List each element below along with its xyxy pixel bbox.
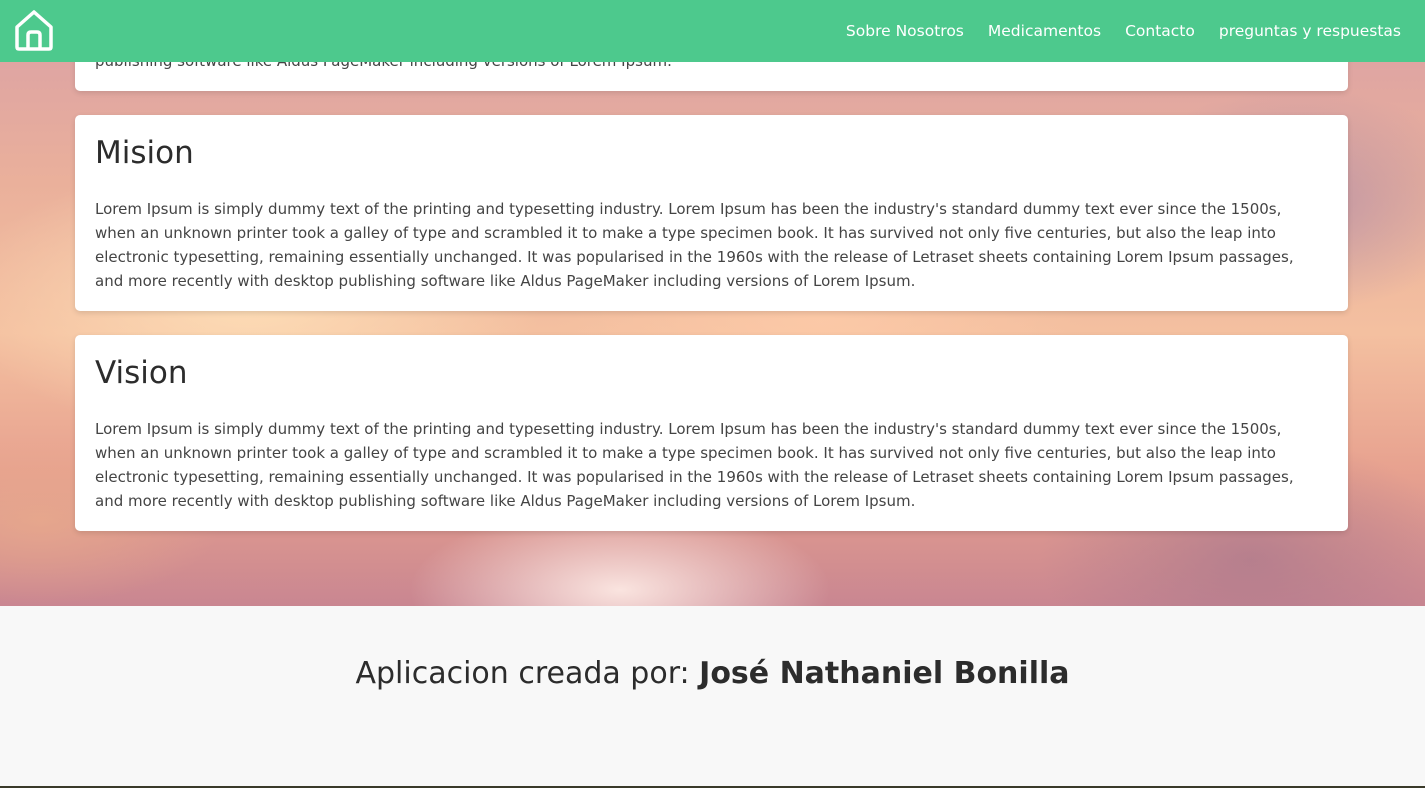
nav-link-sobre-nosotros[interactable]: Sobre Nosotros — [834, 22, 976, 40]
nav-links: Sobre Nosotros Medicamentos Contacto pre… — [834, 0, 1413, 62]
vision-body: Lorem Ipsum is simply dummy text of the … — [95, 420, 1294, 510]
footer-author: José Nathaniel Bonilla — [699, 656, 1070, 691]
vision-title: Vision — [95, 355, 188, 391]
nav-link-contacto[interactable]: Contacto — [1113, 22, 1207, 40]
footer-credit: Aplicacion creada por: José Nathaniel Bo… — [0, 656, 1425, 691]
home-icon — [15, 10, 53, 51]
card-mision: Mision Lorem Ipsum is simply dummy text … — [75, 115, 1348, 311]
card-vision: Vision Lorem Ipsum is simply dummy text … — [75, 335, 1348, 531]
nav-link-preguntas[interactable]: preguntas y respuestas — [1207, 22, 1413, 40]
footer-credit-prefix: Aplicacion creada por: — [355, 656, 700, 691]
nav-link-medicamentos[interactable]: Medicamentos — [976, 22, 1113, 40]
mision-title: Mision — [95, 135, 194, 171]
navbar: Sobre Nosotros Medicamentos Contacto pre… — [0, 0, 1425, 62]
footer: Aplicacion creada por: José Nathaniel Bo… — [0, 606, 1425, 786]
mision-body: Lorem Ipsum is simply dummy text of the … — [95, 200, 1294, 290]
home-button[interactable] — [12, 7, 56, 53]
